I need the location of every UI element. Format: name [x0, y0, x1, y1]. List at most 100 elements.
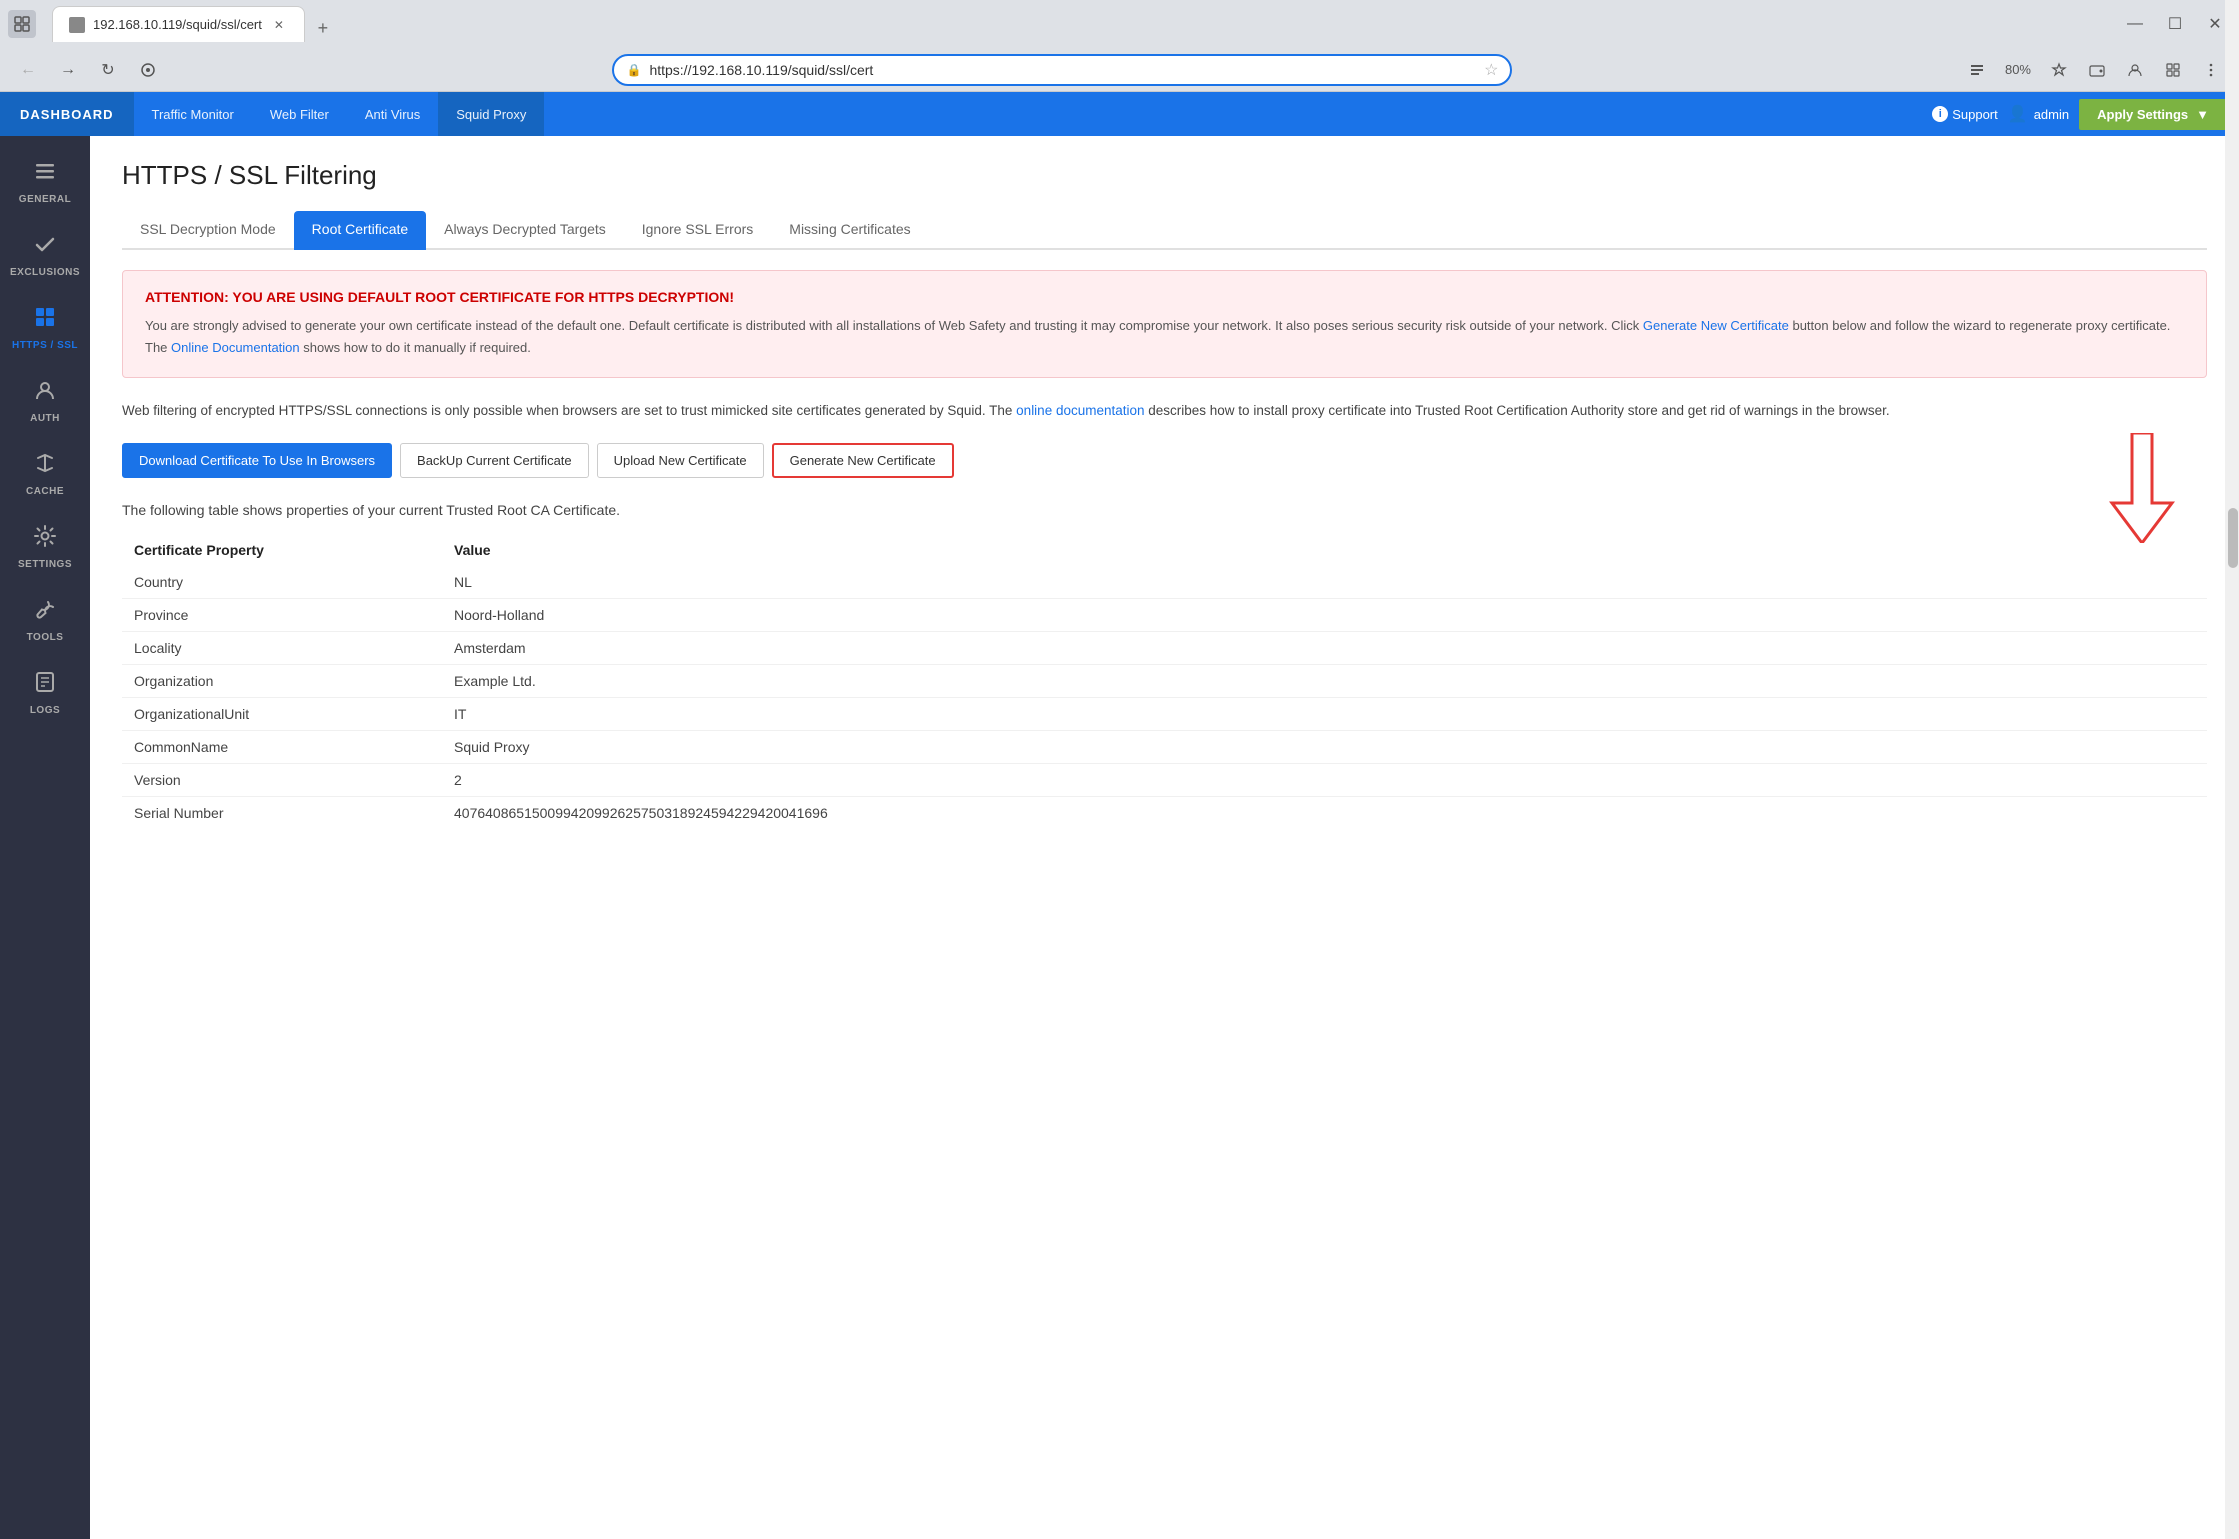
generate-cert-link[interactable]: Generate New Certificate	[1643, 318, 1789, 333]
sidebar-item-general[interactable]: GENERAL	[0, 146, 90, 219]
sidebar-item-settings[interactable]: SETTINGS	[0, 511, 90, 584]
alert-box: ATTENTION: YOU ARE USING DEFAULT ROOT CE…	[122, 270, 2207, 378]
desc-text-1: Web filtering of encrypted HTTPS/SSL con…	[122, 403, 1016, 418]
tab-favicon	[69, 17, 85, 33]
reading-mode-icon[interactable]	[1961, 54, 1993, 86]
main-layout: GENERAL EXCLUSIONS HTTPS / SSL AUTH CACH…	[0, 136, 2239, 1539]
sidebar-label-exclusions: EXCLUSIONS	[10, 267, 80, 278]
address-bar-url: https://192.168.10.119/squid/ssl/cert	[649, 62, 1476, 78]
menu-icon[interactable]	[2195, 54, 2227, 86]
backup-certificate-button[interactable]: BackUp Current Certificate	[400, 443, 589, 478]
support-button[interactable]: i Support	[1932, 106, 1998, 122]
action-buttons: Download Certificate To Use In Browsers …	[122, 443, 2207, 478]
tabs: SSL Decryption Mode Root Certificate Alw…	[122, 211, 2207, 250]
sidebar-label-general: GENERAL	[19, 194, 71, 205]
property-common-name: CommonName	[122, 731, 442, 764]
tab-missing-certificates[interactable]: Missing Certificates	[771, 211, 928, 250]
sidebar-label-cache: CACHE	[26, 486, 64, 497]
settings-icon	[34, 525, 56, 553]
property-version: Version	[122, 764, 442, 797]
nav-squid-proxy[interactable]: Squid Proxy	[438, 92, 544, 136]
property-country: Country	[122, 566, 442, 599]
description-text: Web filtering of encrypted HTTPS/SSL con…	[122, 400, 2207, 423]
sidebar-item-cache[interactable]: CACHE	[0, 438, 90, 511]
minimize-button[interactable]: —	[2119, 8, 2151, 40]
browser-back-icon[interactable]	[8, 10, 36, 38]
cache-icon	[34, 452, 56, 480]
browser-scrollbar[interactable]	[2225, 0, 2239, 1539]
nav-right: i Support 👤 admin Apply Settings ▼	[1932, 99, 2227, 130]
sidebar-item-tools[interactable]: TOOLS	[0, 584, 90, 657]
sidebar-label-auth: AUTH	[30, 413, 60, 424]
admin-button[interactable]: 👤 admin	[2008, 104, 2069, 124]
tab-bar: 192.168.10.119/squid/ssl/cert ✕ +	[44, 6, 345, 42]
table-row: Country NL	[122, 566, 2207, 599]
sidebar: GENERAL EXCLUSIONS HTTPS / SSL AUTH CACH…	[0, 136, 90, 1539]
scrollbar-thumb[interactable]	[2228, 508, 2238, 568]
col-header-value: Value	[442, 534, 2207, 566]
value-version: 2	[442, 764, 2207, 797]
property-province: Province	[122, 599, 442, 632]
bookmark-icon[interactable]: ☆	[1484, 60, 1498, 80]
dashboard-logo[interactable]: DASHBOARD	[0, 92, 134, 136]
extensions-button[interactable]	[132, 54, 164, 86]
tab-root-certificate[interactable]: Root Certificate	[294, 211, 426, 250]
exclusions-icon	[34, 233, 56, 261]
dropdown-icon: ▼	[2196, 107, 2209, 122]
favorites-icon[interactable]	[2043, 54, 2075, 86]
alert-text-1: You are strongly advised to generate you…	[145, 318, 1643, 333]
maximize-button[interactable]: ☐	[2159, 8, 2191, 40]
auth-icon	[34, 379, 56, 407]
table-row: Locality Amsterdam	[122, 632, 2207, 665]
nav-web-filter[interactable]: Web Filter	[252, 92, 347, 136]
content-area: HTTPS / SSL Filtering SSL Decryption Mod…	[90, 136, 2239, 1539]
apply-settings-button[interactable]: Apply Settings ▼	[2079, 99, 2227, 130]
tab-always-decrypted-targets[interactable]: Always Decrypted Targets	[426, 211, 624, 250]
online-doc-link[interactable]: Online Documentation	[171, 340, 300, 355]
buttons-container: Download Certificate To Use In Browsers …	[122, 443, 2207, 478]
nav-traffic-monitor[interactable]: Traffic Monitor	[134, 92, 252, 136]
sidebar-item-exclusions[interactable]: EXCLUSIONS	[0, 219, 90, 292]
forward-button[interactable]: →	[52, 54, 84, 86]
tab-ssl-decryption-mode[interactable]: SSL Decryption Mode	[122, 211, 294, 250]
generate-new-certificate-button[interactable]: Generate New Certificate	[772, 443, 954, 478]
certificate-table: Certificate Property Value Country NL Pr…	[122, 534, 2207, 829]
tab-close-button[interactable]: ✕	[270, 16, 288, 34]
alert-text: You are strongly advised to generate you…	[145, 315, 2184, 359]
value-org-unit: IT	[442, 698, 2207, 731]
sidebar-label-https-ssl: HTTPS / SSL	[12, 340, 78, 351]
profile-icon[interactable]	[2119, 54, 2151, 86]
back-button[interactable]: ←	[12, 54, 44, 86]
browser-titlebar: 192.168.10.119/squid/ssl/cert ✕ + — ☐ ✕	[0, 0, 2239, 48]
content-wrapper: HTTPS / SSL Filtering SSL Decryption Mod…	[122, 160, 2207, 829]
address-bar-icons: ☆	[1484, 60, 1498, 80]
upload-certificate-button[interactable]: Upload New Certificate	[597, 443, 764, 478]
wallet-icon[interactable]	[2081, 54, 2113, 86]
new-tab-button[interactable]: +	[309, 14, 337, 42]
tools-icon	[34, 598, 56, 626]
https-ssl-icon	[34, 306, 56, 334]
sidebar-label-settings: SETTINGS	[18, 559, 72, 570]
general-icon	[34, 160, 56, 188]
sidebar-item-auth[interactable]: AUTH	[0, 365, 90, 438]
sidebar-label-tools: TOOLS	[27, 632, 64, 643]
property-serial: Serial Number	[122, 797, 442, 830]
reload-button[interactable]: ↻	[92, 54, 124, 86]
sidebar-item-logs[interactable]: LOGS	[0, 657, 90, 730]
extensions-icon[interactable]	[2157, 54, 2189, 86]
logs-icon	[34, 671, 56, 699]
sidebar-item-https-ssl[interactable]: HTTPS / SSL	[0, 292, 90, 365]
address-bar[interactable]: 🔒 https://192.168.10.119/squid/ssl/cert …	[612, 54, 1512, 86]
online-doc-link-2[interactable]: online documentation	[1016, 403, 1144, 418]
sidebar-label-logs: LOGS	[30, 705, 60, 716]
table-row: OrganizationalUnit IT	[122, 698, 2207, 731]
browser-tab-active[interactable]: 192.168.10.119/squid/ssl/cert ✕	[52, 6, 305, 42]
nav-anti-virus[interactable]: Anti Virus	[347, 92, 438, 136]
info-icon: i	[1932, 106, 1948, 122]
download-certificate-button[interactable]: Download Certificate To Use In Browsers	[122, 443, 392, 478]
alert-text-3: shows how to do it manually if required.	[300, 340, 531, 355]
browser-right-icons: 80%	[1961, 54, 2227, 86]
tab-ignore-ssl-errors[interactable]: Ignore SSL Errors	[624, 211, 772, 250]
admin-icon: 👤	[2008, 104, 2028, 124]
browser-addressbar: ← → ↻ 🔒 https://192.168.10.119/squid/ssl…	[0, 48, 2239, 92]
